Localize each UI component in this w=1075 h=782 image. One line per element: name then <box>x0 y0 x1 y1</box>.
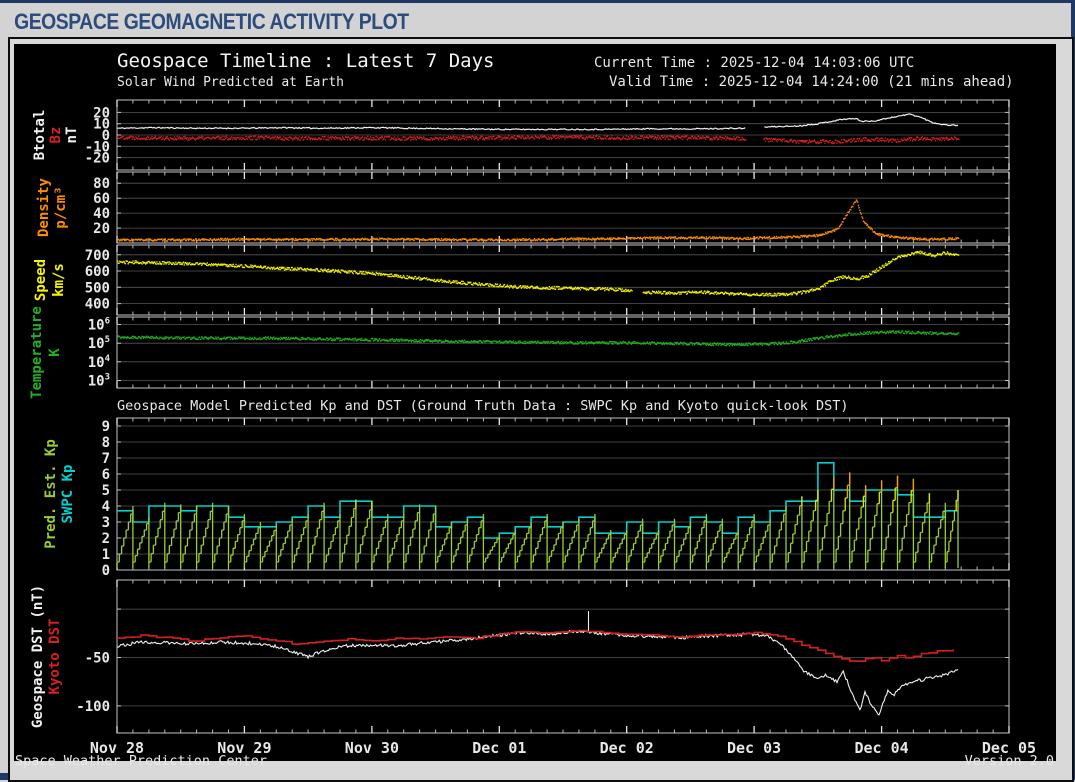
svg-text:Btotal: Btotal <box>32 110 48 161</box>
svg-text:Nov 30: Nov 30 <box>345 739 399 757</box>
svg-text:0: 0 <box>102 563 110 579</box>
svg-text:Pred. Est. Kp: Pred. Est. Kp <box>43 439 59 549</box>
svg-text:nT: nT <box>64 127 80 144</box>
valid-time: Valid Time : 2025-12-04 14:24:00 (21 min… <box>609 74 1014 90</box>
kp-dst-section-title: Geospace Model Predicted Kp and DST (Gro… <box>117 398 849 414</box>
svg-text:Speed: Speed <box>33 259 49 301</box>
svg-text:-20: -20 <box>85 151 110 167</box>
svg-text:Kyoto DST: Kyoto DST <box>47 619 63 695</box>
svg-text:60: 60 <box>93 191 110 207</box>
svg-text:Dec 04: Dec 04 <box>855 739 909 757</box>
svg-text:103: 103 <box>88 373 110 390</box>
svg-text:Geospace DST (nT): Geospace DST (nT) <box>30 585 46 728</box>
svg-text:km/s: km/s <box>51 263 67 297</box>
svg-text:8: 8 <box>102 435 110 451</box>
svg-text:500: 500 <box>85 280 110 296</box>
footer-version: Version 2.0 <box>964 753 1054 769</box>
svg-text:p/cm³: p/cm³ <box>53 186 69 228</box>
plot-frame: 20 10 0 -10 -20 Btotal Bz nT 80 60 40 20 Density p/cm… <box>8 37 1074 782</box>
svg-text:40: 40 <box>93 206 110 222</box>
svg-text:3: 3 <box>102 515 110 531</box>
svg-text:1: 1 <box>102 547 110 563</box>
svg-text:6: 6 <box>102 467 110 483</box>
svg-text:400: 400 <box>85 297 110 313</box>
svg-text:4: 4 <box>102 499 110 515</box>
svg-text:Dec 01: Dec 01 <box>472 739 526 757</box>
plot-subtitle: Solar Wind Predicted at Earth <box>117 75 344 90</box>
current-time: Current Time : 2025-12-04 14:03:06 UTC <box>594 55 915 71</box>
svg-text:80: 80 <box>93 176 110 192</box>
plot-canvas-container: 20 10 0 -10 -20 Btotal Bz nT 80 60 40 20 Density p/cm… <box>14 44 1056 768</box>
svg-text:-50: -50 <box>85 651 110 667</box>
svg-text:5: 5 <box>102 483 110 499</box>
svg-text:600: 600 <box>85 264 110 280</box>
svg-text:SWPC Kp: SWPC Kp <box>60 464 76 523</box>
svg-text:-100: -100 <box>76 699 110 715</box>
svg-text:104: 104 <box>88 354 111 371</box>
svg-text:105: 105 <box>88 335 110 352</box>
svg-text:7: 7 <box>102 451 110 467</box>
page-title: GEOSPACE GEOMAGNETIC ACTIVITY PLOT <box>14 9 409 34</box>
svg-text:2: 2 <box>102 531 110 547</box>
svg-text:Dec 02: Dec 02 <box>600 739 654 757</box>
svg-text:Density: Density <box>36 177 52 237</box>
svg-text:20: 20 <box>93 221 110 237</box>
svg-text:K: K <box>47 348 63 357</box>
svg-text:Dec 03: Dec 03 <box>727 739 781 757</box>
plot-title: Geospace Timeline : Latest 7 Days <box>117 50 495 72</box>
svg-text:Temperature: Temperature <box>29 306 45 399</box>
page-header: GEOSPACE GEOMAGNETIC ACTIVITY PLOT <box>0 3 1071 37</box>
svg-text:9: 9 <box>102 419 110 435</box>
svg-text:700: 700 <box>85 248 110 264</box>
footer-source: Space Weather Prediction Center <box>15 753 267 769</box>
svg-text:106: 106 <box>88 317 110 334</box>
svg-text:Bz: Bz <box>48 127 64 144</box>
